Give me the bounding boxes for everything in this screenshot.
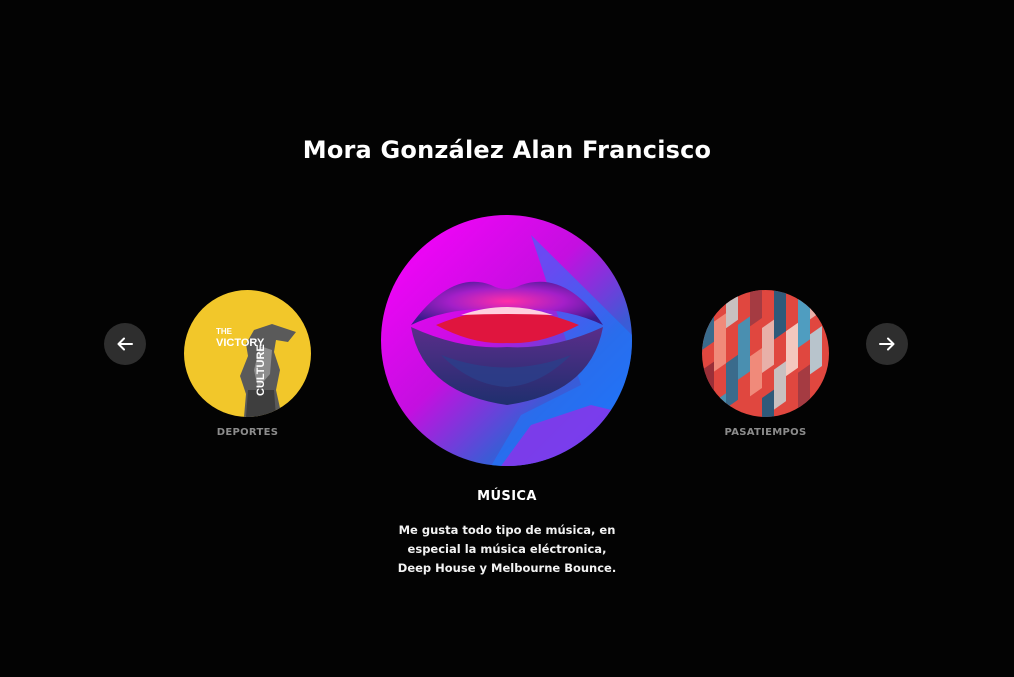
pasatiempos-image <box>702 290 829 417</box>
musica-image <box>381 215 632 466</box>
slide-label-deportes: DEPORTES <box>216 427 279 438</box>
arrow-left-icon <box>116 335 134 353</box>
profile-page: Mora González Alan Francisco THE VICTORY… <box>0 0 1014 677</box>
slide-pasatiempos[interactable]: PASATIEMPOS <box>702 290 829 438</box>
description-line: especial la música eléctronica, <box>407 542 607 556</box>
svg-text:CULTURE: CULTURE <box>255 344 267 396</box>
svg-text:THE: THE <box>216 327 233 336</box>
slide-musica[interactable] <box>381 215 632 466</box>
prev-button[interactable] <box>104 323 146 365</box>
page-title: Mora González Alan Francisco <box>302 136 712 164</box>
arrow-right-icon <box>878 335 896 353</box>
active-slide-title: MÚSICA <box>477 489 537 504</box>
slide-label-pasatiempos: PASATIEMPOS <box>724 427 807 438</box>
slide-deportes[interactable]: THE VICTORY CULTURE DEPORTES <box>184 290 311 438</box>
description-line: Deep House y Melbourne Bounce. <box>397 561 617 575</box>
next-button[interactable] <box>866 323 908 365</box>
deportes-image: THE VICTORY CULTURE <box>184 290 311 417</box>
active-slide-description: Me gusta todo tipo de música, en especia… <box>382 521 632 578</box>
description-line: Me gusta todo tipo de música, en <box>398 523 616 537</box>
